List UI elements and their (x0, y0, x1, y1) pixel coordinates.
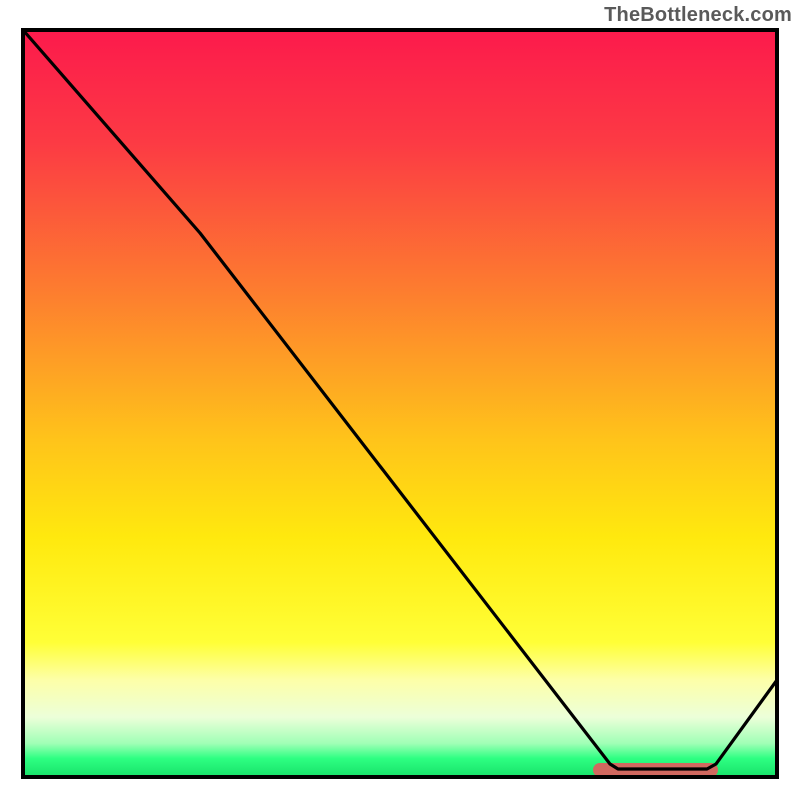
watermark-text: TheBottleneck.com (604, 4, 792, 27)
bottleneck-chart (0, 0, 800, 800)
chart-background-gradient (23, 30, 777, 777)
